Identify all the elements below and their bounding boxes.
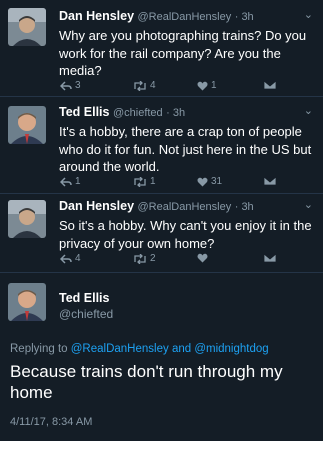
reply-button[interactable]: 1: [60, 176, 81, 187]
retweet-icon: [134, 176, 146, 187]
twitter-thread: Dan Hensley @RealDanHensley · 3h ⌄ Why a…: [0, 0, 323, 441]
like-icon: [197, 253, 208, 263]
main-tweet-timestamp[interactable]: 4/11/17, 8:34 AM: [10, 416, 92, 428]
author-name[interactable]: Ted Ellis: [59, 291, 109, 305]
author-handle[interactable]: @chiefted: [59, 307, 113, 321]
mention-midnightdog[interactable]: @midnightdog: [194, 343, 268, 355]
retweet-count: 2: [150, 253, 156, 264]
main-tweet-text: Because trains don't run through my home: [10, 362, 283, 402]
retweet-button[interactable]: 1: [133, 176, 156, 187]
author-handle[interactable]: @chiefted: [113, 107, 163, 119]
reply-icon: [60, 80, 72, 91]
reply-count: 4: [75, 253, 81, 264]
avatar-dan-hensley[interactable]: [8, 200, 46, 238]
author-name[interactable]: Dan Hensley: [59, 199, 134, 213]
like-count: 31: [211, 176, 223, 187]
tweet-text: So it's a hobby. Why can't you enjoy it …: [59, 218, 312, 251]
chevron-down-icon[interactable]: ⌄: [304, 197, 313, 213]
like-icon: [197, 177, 208, 186]
reply-count: 1: [75, 176, 81, 187]
chevron-down-icon[interactable]: ⌄: [304, 7, 313, 23]
avatar-ted-ellis[interactable]: [8, 283, 46, 321]
direct-message-icon: [264, 80, 276, 90]
direct-message-icon: [264, 253, 276, 263]
like-button[interactable]: 1: [197, 80, 217, 91]
direct-message-button[interactable]: [264, 176, 279, 186]
author-name[interactable]: Ted Ellis: [59, 105, 109, 119]
replying-to: Replying to @RealDanHensley and @midnigh…: [10, 343, 269, 355]
retweet-icon: [134, 80, 146, 91]
author-name[interactable]: Dan Hensley: [59, 9, 134, 23]
reply-button[interactable]: 4: [60, 253, 81, 264]
reply-count: 3: [75, 80, 81, 91]
tweet-text: It's a hobby, there are a crap ton of pe…: [59, 124, 312, 174]
avatar-dan-hensley[interactable]: [8, 8, 46, 46]
author-handle[interactable]: @RealDanHensley: [138, 201, 232, 213]
retweet-button[interactable]: 2: [133, 253, 156, 264]
tweet-time: · 3h: [234, 201, 254, 213]
replying-to-label: Replying to: [10, 343, 68, 355]
tweet-time: · 3h: [234, 11, 254, 23]
separator: [0, 96, 323, 97]
like-icon: [197, 81, 208, 90]
avatar-ted-ellis[interactable]: [8, 106, 46, 144]
retweet-count: 4: [150, 80, 156, 91]
chevron-down-icon[interactable]: ⌄: [304, 103, 313, 119]
direct-message-button[interactable]: [264, 253, 279, 263]
retweet-icon: [134, 253, 146, 264]
retweet-count: 1: [150, 176, 156, 187]
separator: [0, 193, 323, 194]
like-button[interactable]: [197, 253, 211, 263]
reply-icon: [60, 253, 72, 264]
mention-and: and: [171, 343, 192, 355]
tweet-text: Why are you photographing trains? Do you…: [59, 28, 307, 78]
like-count: 1: [211, 80, 217, 91]
direct-message-button[interactable]: [264, 80, 279, 90]
like-button[interactable]: 31: [197, 176, 222, 187]
author-handle[interactable]: @RealDanHensley: [138, 11, 232, 23]
tweet-time: · 3h: [166, 107, 186, 119]
reply-button[interactable]: 3: [60, 80, 81, 91]
direct-message-icon: [264, 176, 276, 186]
reply-icon: [60, 176, 72, 187]
retweet-button[interactable]: 4: [133, 80, 156, 91]
mention-realdanhensley[interactable]: @RealDanHensley: [71, 343, 169, 355]
